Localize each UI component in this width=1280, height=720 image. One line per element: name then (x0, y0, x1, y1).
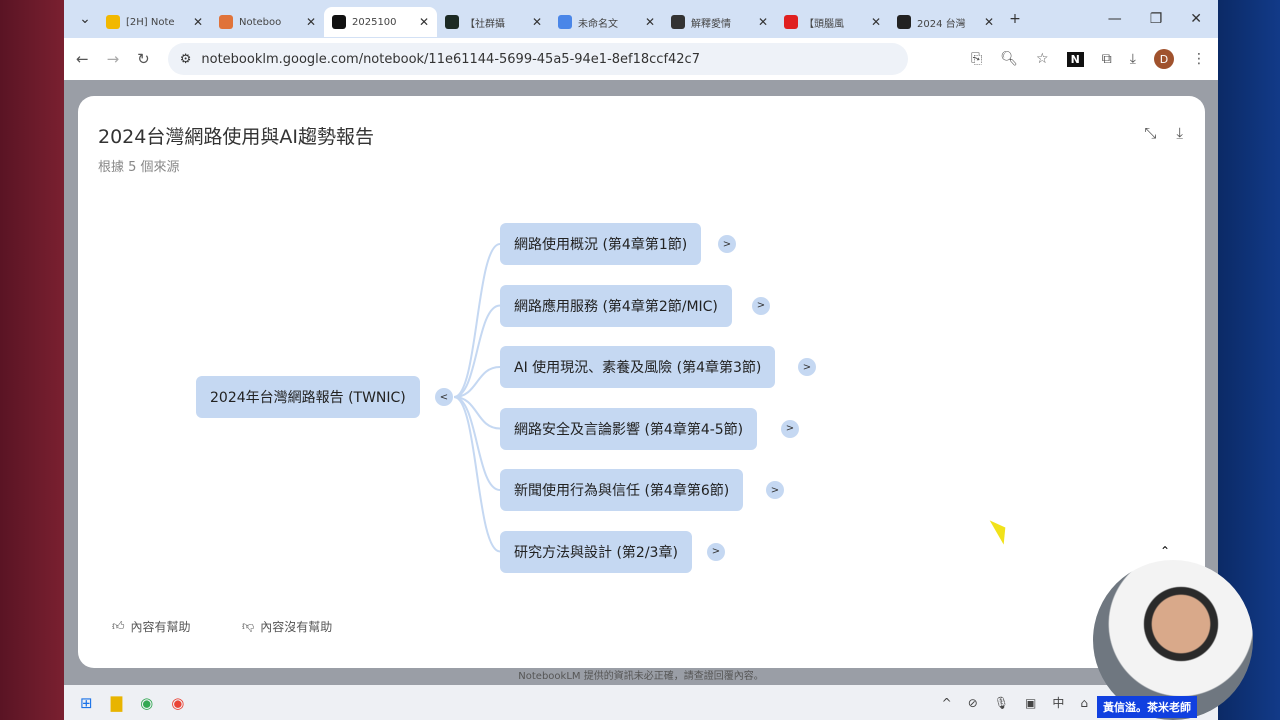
notion-extension-icon[interactable]: N (1066, 51, 1084, 67)
tab-close-icon[interactable]: ✕ (645, 15, 655, 29)
expand-node-button[interactable]: > (718, 235, 736, 253)
child-label: 新聞使用行為與信任 (第4章第6節) (514, 483, 730, 499)
tab-close-icon[interactable]: ✕ (871, 15, 881, 29)
tab-title: 2025100 (352, 16, 397, 28)
extensions-icon[interactable]: ⧉ (1102, 51, 1112, 67)
network-icon[interactable]: ⊘ (968, 696, 978, 710)
forward-button[interactable]: → (107, 50, 120, 68)
tab-favicon-icon (332, 15, 346, 29)
browser-tab[interactable]: 【社群攝 ✕ (437, 7, 550, 37)
expand-node-button[interactable]: > (766, 481, 784, 499)
mindmap-link (453, 396, 501, 553)
taskbar: ⊞ ▇ ◉ ◉ ^ ⊘ 🎙︎ ▣ 中 ⌂ (64, 685, 1218, 720)
chrome-icon[interactable]: ◉ (140, 694, 153, 712)
tab-favicon-icon (558, 15, 572, 29)
browser-tab[interactable]: 未命名文 ✕ (550, 7, 663, 37)
expand-node-button[interactable]: > (781, 419, 799, 438)
not-helpful-button[interactable]: 👎︎ 內容沒有幫助 (242, 618, 332, 635)
thumbs-down-icon: 👎︎ (242, 619, 255, 633)
tab-favicon-icon (671, 15, 685, 29)
not-helpful-label: 內容沒有幫助 (260, 620, 333, 634)
page-content: 2024台灣網路使用與AI趨勢報告 根據 5 個來源 ⤡ ⤓ 2024年台灣網路報… (64, 80, 1218, 685)
ime-mode-icon[interactable]: ⌂ (1080, 696, 1088, 710)
windows-start-icon[interactable]: ⊞ (80, 694, 93, 712)
mindmap-child-node[interactable]: 新聞使用行為與信任 (第4章第6節) (500, 469, 744, 511)
reload-button[interactable]: ↻ (137, 50, 150, 68)
tab-favicon-icon (445, 15, 459, 29)
tab-bar: ⌄ [2H] Note ✕ Noteboo ✕ 2025100 ✕ 【社群攝 ✕ 未命名文 ✕ 解釋… (64, 0, 1218, 38)
tray-chevron-icon[interactable]: ^ (942, 696, 952, 710)
chrome-profile-icon[interactable]: ◉ (171, 694, 184, 712)
tab-title: [2H] Note (126, 16, 175, 28)
tab-title: 【頭腦風 (804, 18, 844, 30)
browser-tab[interactable]: 【頭腦風 ✕ (776, 7, 889, 37)
install-app-icon[interactable]: ⎘ (971, 51, 982, 67)
tab-favicon-icon (106, 15, 120, 29)
presenter-name-tag: 黃信溢。茶米老師 (1097, 696, 1197, 718)
tab-favicon-icon (784, 15, 798, 29)
restore-button[interactable]: ❐ (1150, 11, 1163, 27)
tab-close-icon[interactable]: ✕ (306, 15, 316, 29)
tab-close-icon[interactable]: ✕ (193, 15, 203, 29)
child-label: 網路安全及言論影響 (第4章第4-5節) (514, 421, 744, 438)
expand-node-button[interactable]: > (798, 358, 816, 376)
scroll-up-icon[interactable]: ⌃ (1160, 544, 1170, 558)
mindmap-child-node[interactable]: 研究方法與設計 (第2/3章) (500, 530, 692, 573)
zoom-icon[interactable]: 🔍︎ (1000, 51, 1018, 67)
tab-title: 解釋愛情 (691, 18, 731, 30)
mindmap-child-node[interactable]: 網路應用服務 (第4章第2節/MIC) (500, 284, 732, 327)
menu-icon[interactable]: ⋮ (1192, 51, 1206, 67)
address-bar-row: ← → ↻ ⚙ notebooklm.google.com/notebook/11… (64, 38, 1218, 80)
tab-title: 未命名文 (578, 18, 618, 30)
thumbs-up-icon: 👍︎ (112, 619, 125, 633)
mindmap-panel: 2024台灣網路使用與AI趨勢報告 根據 5 個來源 ⤡ ⤓ 2024年台灣網路報… (78, 96, 1205, 668)
browser-tab[interactable]: Noteboo ✕ (211, 7, 324, 37)
expand-node-button[interactable]: > (752, 296, 770, 315)
tab-close-icon[interactable]: ✕ (984, 15, 994, 29)
url-field[interactable]: ⚙ notebooklm.google.com/notebook/11e61144… (167, 43, 908, 75)
child-label: AI 使用現況、素養及風險 (第4章第3節) (514, 360, 762, 376)
minimize-button[interactable]: — (1108, 11, 1122, 27)
close-window-button[interactable]: ✕ (1190, 11, 1202, 27)
browser-tab[interactable]: 2024 台灣 ✕ (889, 7, 1002, 37)
microphone-icon[interactable]: 🎙︎ (994, 696, 1009, 710)
tab-title: 2024 台灣 (917, 18, 966, 30)
browser-tab[interactable]: 解釋愛情 ✕ (663, 7, 776, 37)
new-tab-button[interactable]: + (1002, 11, 1028, 27)
browser-window: ⌄ [2H] Note ✕ Noteboo ✕ 2025100 ✕ 【社群攝 ✕ 未命名文 ✕ 解釋… (64, 0, 1218, 685)
tab-title: 【社群攝 (465, 18, 505, 30)
child-label: 網路應用服務 (第4章第2節/MIC) (514, 298, 718, 315)
tab-favicon-icon (219, 15, 233, 29)
tab-search-button[interactable]: ⌄ (72, 11, 98, 27)
display-icon[interactable]: ▣ (1025, 696, 1036, 710)
browser-tab[interactable]: [2H] Note ✕ (98, 7, 211, 37)
mindmap-child-node[interactable]: AI 使用現況、素養及風險 (第4章第3節) (500, 346, 776, 388)
mindmap-child-node[interactable]: 網路安全及言論影響 (第4章第4-5節) (500, 407, 758, 450)
helpful-label: 內容有幫助 (130, 620, 191, 634)
site-info-icon[interactable]: ⚙ (180, 52, 192, 67)
mindmap-root-node[interactable]: 2024年台灣網路報告 (TWNIC) (196, 376, 420, 418)
file-explorer-icon[interactable]: ▇ (111, 694, 123, 712)
child-label: 網路使用概況 (第4章第1節) (514, 237, 688, 253)
tab-favicon-icon (897, 15, 911, 29)
tab-close-icon[interactable]: ✕ (532, 15, 542, 29)
url-text: notebooklm.google.com/notebook/11e61144-… (201, 51, 700, 67)
child-label: 研究方法與設計 (第2/3章) (514, 544, 678, 561)
tab-close-icon[interactable]: ✕ (758, 15, 768, 29)
root-label: 2024年台灣網路報告 (TWNIC) (210, 390, 406, 406)
collapse-root-button[interactable]: < (435, 388, 453, 406)
profile-avatar[interactable]: D (1154, 49, 1174, 69)
mindmap-child-node[interactable]: 網路使用概況 (第4章第1節) (500, 223, 702, 265)
back-button[interactable]: ← (76, 50, 89, 68)
download-icon[interactable]: ⤓ (1130, 51, 1136, 67)
browser-tab[interactable]: 2025100 ✕ (324, 7, 437, 37)
expand-node-button[interactable]: > (707, 542, 725, 561)
bookmark-star-icon[interactable]: ☆ (1036, 51, 1049, 67)
tab-title: Noteboo (239, 16, 282, 28)
tab-close-icon[interactable]: ✕ (419, 15, 429, 29)
mindmap-link (453, 243, 501, 398)
helpful-button[interactable]: 👍︎ 內容有幫助 (112, 618, 191, 635)
disclaimer: NotebookLM 提供的資訊未必正確，請查證回覆內容。 (518, 671, 764, 682)
ime-indicator[interactable]: 中 (1052, 694, 1064, 711)
